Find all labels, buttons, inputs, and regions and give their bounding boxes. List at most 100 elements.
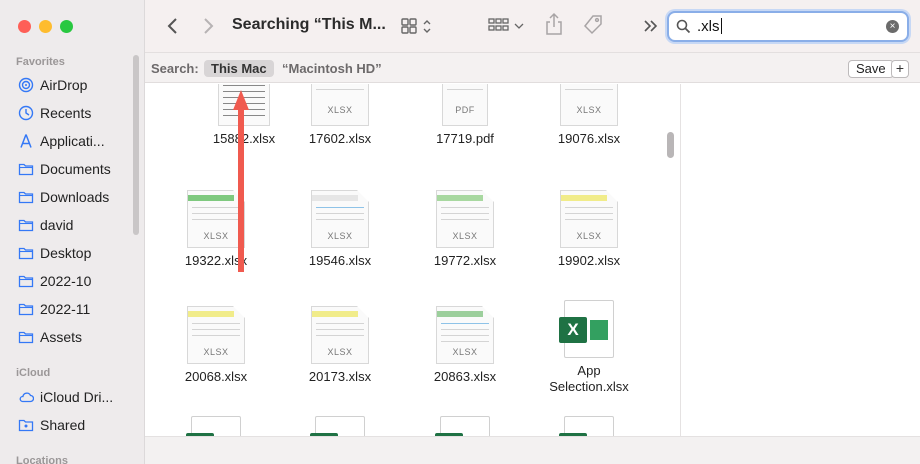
excel-file-icon: X bbox=[186, 416, 241, 436]
folder-icon bbox=[18, 247, 34, 260]
search-icon bbox=[676, 19, 691, 34]
results-grid: 15882.xlsx XLSX 17602.xlsx PDF 17719.pdf… bbox=[145, 84, 682, 436]
forward-icon[interactable] bbox=[202, 17, 214, 35]
annotation-arrow-icon bbox=[233, 90, 249, 272]
status-bar bbox=[145, 436, 920, 464]
file-item[interactable]: XLSX 17602.xlsx bbox=[278, 84, 402, 147]
scope-macintosh-hd-button[interactable]: “Macintosh HD” bbox=[282, 61, 382, 76]
sidebar-item-assets[interactable]: Assets bbox=[18, 329, 82, 345]
excel-file-icon: X bbox=[559, 300, 614, 358]
file-item[interactable]: XLSX 19322.xlsx bbox=[154, 190, 278, 269]
file-item[interactable]: XLSX 19902.xlsx bbox=[527, 190, 651, 269]
add-criteria-button[interactable]: + bbox=[891, 60, 909, 78]
save-search-button[interactable]: Save bbox=[848, 60, 894, 78]
window-title: Searching “This M... bbox=[232, 16, 386, 33]
icloud-header: iCloud bbox=[16, 367, 51, 379]
sidebar-item-2022-11[interactable]: 2022-11 bbox=[18, 301, 90, 317]
file-name: 19902.xlsx bbox=[557, 253, 621, 268]
results-scrollbar[interactable] bbox=[667, 132, 674, 158]
sidebar: Favorites AirDrop Recents Applicati... D… bbox=[0, 0, 145, 464]
spreadsheet-thumbnail-icon: XLSX bbox=[311, 306, 369, 364]
spreadsheet-thumbnail-icon: XLSX bbox=[311, 84, 369, 126]
file-item[interactable]: XLSX 19546.xlsx bbox=[278, 190, 402, 269]
locations-header: Locations bbox=[16, 455, 68, 464]
sidebar-item-desktop[interactable]: Desktop bbox=[18, 245, 91, 261]
file-item[interactable]: X bbox=[278, 416, 402, 436]
sidebar-item-label: Recents bbox=[40, 105, 92, 121]
window-controls bbox=[18, 20, 73, 33]
file-name: 19076.xlsx bbox=[557, 131, 621, 146]
file-name: 17602.xlsx bbox=[308, 131, 372, 146]
spreadsheet-thumbnail-icon: XLSX bbox=[560, 190, 618, 248]
sidebar-item-label: Documents bbox=[40, 161, 111, 177]
cloud-icon bbox=[19, 392, 34, 403]
sidebar-item-airdrop[interactable]: AirDrop bbox=[18, 77, 87, 93]
preview-pane bbox=[680, 84, 920, 436]
sidebar-item-2022-10[interactable]: 2022-10 bbox=[18, 273, 91, 289]
minimize-button[interactable] bbox=[39, 20, 52, 33]
sidebar-item-downloads[interactable]: Downloads bbox=[18, 189, 109, 205]
file-item[interactable]: X bbox=[403, 416, 527, 436]
file-name: 20068.xlsx bbox=[184, 369, 248, 384]
view-mode-icon[interactable] bbox=[401, 18, 437, 35]
pdf-thumbnail-icon: PDF bbox=[442, 84, 488, 126]
back-icon[interactable] bbox=[167, 17, 179, 35]
sidebar-item-label: Applicati... bbox=[40, 133, 105, 149]
sidebar-item-label: iCloud Dri... bbox=[40, 389, 114, 405]
search-input[interactable]: .xls bbox=[697, 18, 722, 35]
clock-icon bbox=[18, 105, 34, 121]
text-caret bbox=[720, 18, 722, 34]
shared-folder-icon bbox=[18, 419, 34, 432]
file-item[interactable]: X bbox=[154, 416, 278, 436]
sidebar-item-documents[interactable]: Documents bbox=[18, 161, 111, 177]
search-query-text: .xls bbox=[697, 18, 720, 35]
spreadsheet-thumbnail-icon: XLSX bbox=[187, 306, 245, 364]
search-field[interactable]: .xls × bbox=[667, 11, 909, 42]
folder-icon bbox=[18, 331, 34, 344]
sidebar-item-label: 2022-10 bbox=[40, 273, 92, 289]
overflow-chevrons-icon[interactable] bbox=[643, 19, 659, 33]
sidebar-scrollbar[interactable] bbox=[133, 55, 139, 235]
applications-icon bbox=[20, 134, 32, 148]
folder-icon bbox=[18, 163, 34, 176]
clear-search-icon[interactable]: × bbox=[886, 20, 899, 33]
close-button[interactable] bbox=[18, 20, 31, 33]
folder-icon bbox=[18, 303, 34, 316]
airdrop-icon bbox=[18, 77, 34, 93]
sidebar-item-label: Desktop bbox=[40, 245, 92, 261]
file-name: 20863.xlsx bbox=[433, 369, 497, 384]
file-name: 19772.xlsx bbox=[433, 253, 497, 268]
file-item[interactable]: PDF 17719.pdf bbox=[403, 84, 527, 147]
folder-icon bbox=[18, 219, 34, 232]
sidebar-item-applications[interactable]: Applicati... bbox=[18, 133, 105, 149]
sidebar-item-david[interactable]: david bbox=[18, 217, 73, 233]
excel-file-icon: X bbox=[435, 416, 490, 436]
file-item[interactable]: XLSX 20863.xlsx bbox=[403, 306, 527, 385]
spreadsheet-thumbnail-icon: XLSX bbox=[436, 190, 494, 248]
group-by-icon[interactable] bbox=[488, 17, 526, 35]
file-item[interactable]: X bbox=[527, 416, 651, 436]
file-item[interactable]: XLSX 19772.xlsx bbox=[403, 190, 527, 269]
file-name: 19546.xlsx bbox=[308, 253, 372, 268]
search-scope-bar: Search: This Mac “Macintosh HD” Save + bbox=[145, 53, 920, 83]
file-item[interactable]: XLSX 19076.xlsx bbox=[527, 84, 651, 147]
file-item[interactable]: X App Selection.xlsx bbox=[527, 300, 651, 395]
spreadsheet-thumbnail-icon: XLSX bbox=[436, 306, 494, 364]
folder-icon bbox=[18, 275, 34, 288]
sidebar-item-shared[interactable]: Shared bbox=[18, 417, 85, 433]
file-item[interactable]: XLSX 20173.xlsx bbox=[278, 306, 402, 385]
scope-label: Search: bbox=[151, 61, 199, 76]
zoom-button[interactable] bbox=[60, 20, 73, 33]
file-item[interactable]: XLSX 20068.xlsx bbox=[154, 306, 278, 385]
sidebar-item-icloud-drive[interactable]: iCloud Dri... bbox=[18, 389, 113, 405]
file-name: App Selection.xlsx bbox=[549, 363, 629, 394]
tag-icon[interactable] bbox=[582, 14, 604, 36]
excel-file-icon: X bbox=[310, 416, 365, 436]
sidebar-item-label: 2022-11 bbox=[40, 301, 91, 317]
sidebar-item-recents[interactable]: Recents bbox=[18, 105, 91, 121]
toolbar: Searching “This M... .xls × bbox=[145, 0, 920, 53]
share-icon[interactable] bbox=[545, 12, 563, 36]
favorites-header: Favorites bbox=[16, 56, 65, 68]
scope-this-mac-button[interactable]: This Mac bbox=[204, 60, 274, 77]
sidebar-item-label: Shared bbox=[40, 417, 86, 433]
